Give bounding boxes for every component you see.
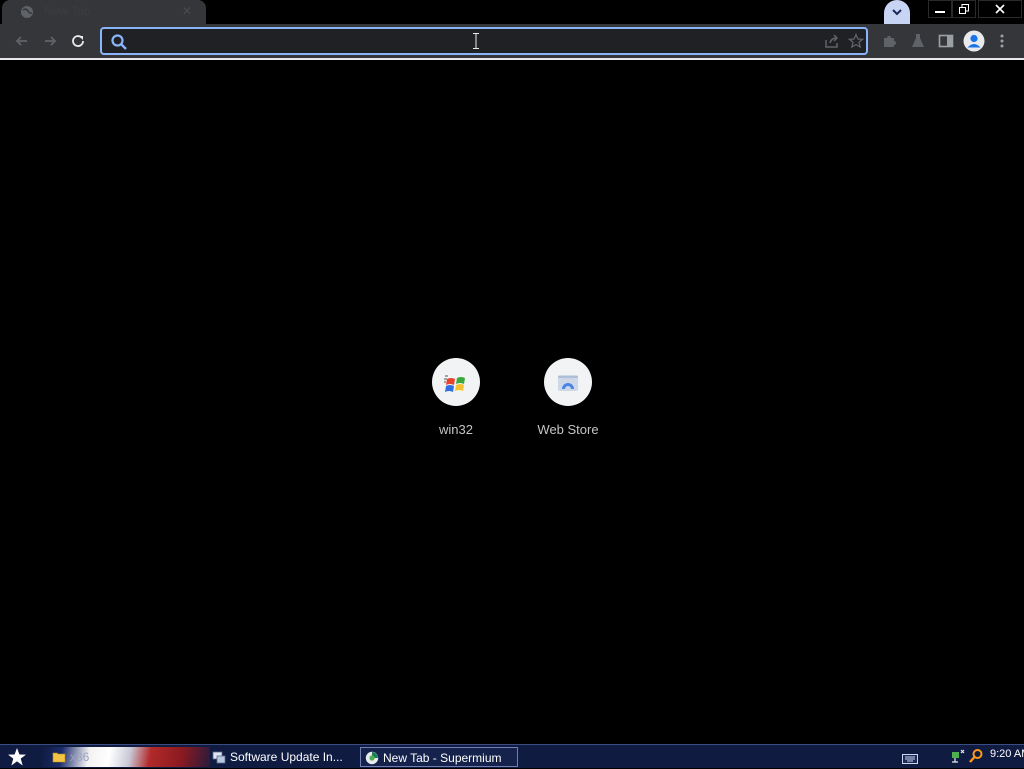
- windows-logo-icon: [444, 375, 465, 392]
- folder-icon: [52, 750, 66, 764]
- close-window-button[interactable]: [978, 0, 1022, 18]
- back-button[interactable]: [10, 29, 34, 53]
- taskbar-item-label: New Tab - Supermium: [383, 751, 502, 765]
- extensions-button[interactable]: [878, 29, 902, 53]
- kebab-menu-icon: [1000, 34, 1004, 48]
- taskbar-item-x86[interactable]: x86: [48, 747, 198, 767]
- shortcut-icon-circle: [432, 358, 480, 406]
- profile-button[interactable]: [962, 29, 986, 53]
- taskbar-clock[interactable]: 9:20 AM: [990, 748, 1024, 760]
- restore-button[interactable]: [952, 0, 976, 18]
- globe-icon: [20, 5, 34, 19]
- restore-icon: [959, 4, 969, 14]
- tab-search-button[interactable]: [884, 0, 910, 24]
- text-cursor-icon: [473, 33, 479, 49]
- star-start-icon: [8, 748, 26, 766]
- shortcut-tile-web-store[interactable]: Web Store: [520, 358, 616, 448]
- system-tray: 9:20 AM: [874, 745, 1024, 768]
- taskbar-item-label: x86: [70, 750, 90, 764]
- new-tab-page: win32 Web Store: [0, 60, 1024, 744]
- taskbar-item-supermium[interactable]: New Tab - Supermium: [360, 747, 518, 767]
- profile-icon: [963, 30, 985, 52]
- start-button[interactable]: [4, 746, 30, 768]
- share-icon[interactable]: [824, 33, 840, 54]
- shortcut-label: Web Store: [537, 422, 599, 437]
- shortcut-icon-circle: [544, 358, 592, 406]
- close-icon: [995, 4, 1005, 14]
- puzzle-icon: [884, 36, 896, 47]
- forward-button[interactable]: [38, 29, 62, 53]
- star-icon[interactable]: [847, 32, 865, 54]
- tab-close-icon[interactable]: ✕: [180, 4, 194, 18]
- menu-button[interactable]: [990, 29, 1014, 53]
- web-store-icon: [558, 375, 578, 391]
- shortcut-tile-win32[interactable]: win32: [408, 358, 504, 448]
- supermium-icon: [365, 751, 379, 765]
- reload-button[interactable]: [66, 29, 90, 53]
- arrow-right-icon: [45, 36, 57, 46]
- taskbar-item-software-update[interactable]: Software Update In...: [208, 747, 354, 767]
- software-update-icon: [212, 750, 226, 764]
- reload-icon: [72, 35, 84, 47]
- search-icon[interactable]: [968, 748, 984, 769]
- side-panel-icon: [938, 34, 954, 48]
- omnibox[interactable]: [100, 27, 868, 55]
- search-icon: [110, 33, 128, 56]
- browser-titlebar: New Tab ✕: [0, 0, 1024, 24]
- minimize-icon: [935, 11, 945, 13]
- network-icon[interactable]: [950, 748, 966, 769]
- arrow-left-icon: [15, 36, 27, 46]
- chevron-down-icon: [892, 9, 902, 16]
- taskbar-item-label: Software Update In...: [230, 750, 343, 764]
- browser-toolbar: [0, 24, 1024, 58]
- taskbar: x86 Software Update In... New Tab - Supe…: [0, 744, 1024, 768]
- keyboard-icon[interactable]: [902, 751, 918, 769]
- shortcut-label: win32: [439, 422, 473, 437]
- labs-button[interactable]: [906, 29, 930, 53]
- tab-new-tab[interactable]: New Tab ✕: [2, 0, 206, 24]
- side-panel-button[interactable]: [934, 29, 958, 53]
- tab-title: New Tab: [44, 4, 91, 18]
- flask-icon: [912, 34, 924, 47]
- minimize-button[interactable]: [928, 0, 952, 18]
